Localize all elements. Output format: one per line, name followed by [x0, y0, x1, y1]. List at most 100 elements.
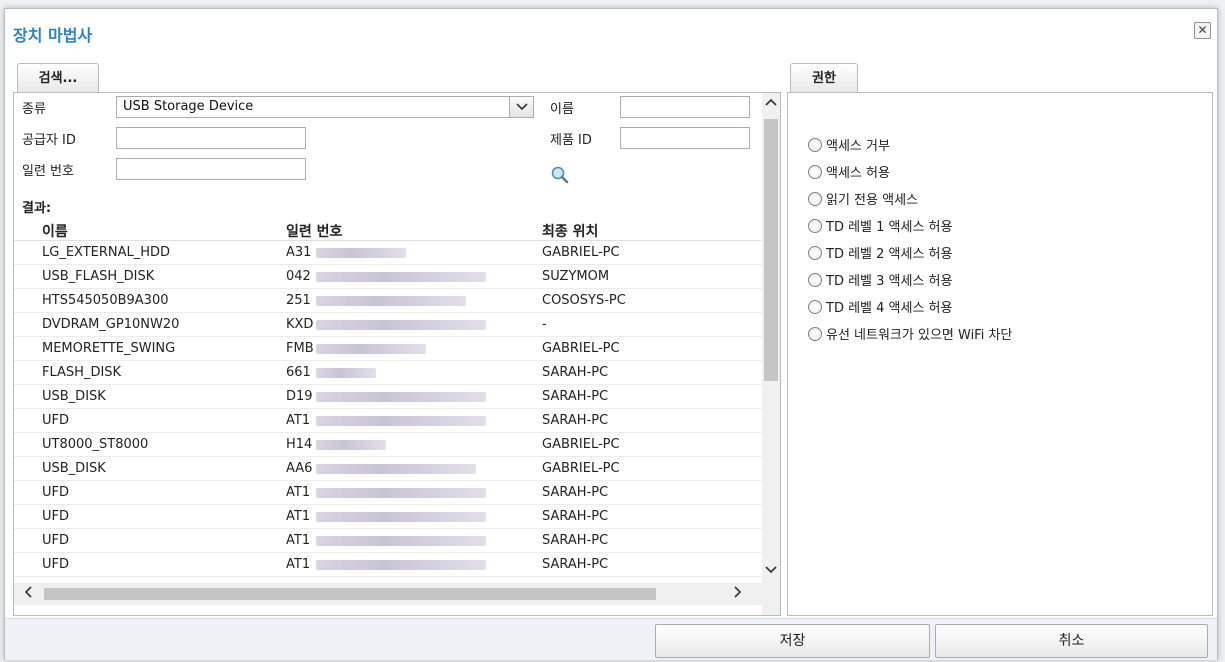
permission-label: 읽기 전용 액세스: [826, 193, 918, 208]
table-row[interactable]: FLASH_DISK 661 SARAH-PC: [14, 361, 762, 385]
permission-option-read-only[interactable]: 읽기 전용 액세스: [808, 189, 918, 208]
redacted-serial-mask: [316, 296, 466, 306]
radio-icon[interactable]: [808, 192, 822, 206]
cell-serial-number: AT1: [286, 485, 311, 500]
radio-icon[interactable]: [808, 273, 822, 287]
device-wizard-dialog: 장치 마법사 ✕ 검색... 권한 종류 USB Storage Device …: [4, 8, 1218, 660]
cell-last-location: GABRIEL-PC: [542, 437, 620, 452]
table-row[interactable]: DVDRAM_GP10NW20 KXD -: [14, 313, 762, 337]
cell-last-location: SARAH-PC: [542, 485, 609, 500]
cell-last-location: GABRIEL-PC: [542, 461, 620, 476]
column-header-serial[interactable]: 일련 번호: [286, 221, 342, 241]
permission-label: TD 레벨 4 액세스 허용: [826, 301, 953, 316]
permission-option-deny[interactable]: 액세스 거부: [808, 135, 890, 154]
radio-icon[interactable]: [808, 138, 822, 152]
table-row[interactable]: MEMORETTE_SWING FMB GABRIEL-PC: [14, 337, 762, 361]
scroll-up-icon[interactable]: [763, 95, 779, 110]
permission-label: TD 레벨 1 액세스 허용: [826, 220, 953, 235]
vertical-scroll-thumb[interactable]: [764, 119, 778, 381]
table-row[interactable]: USB_DISK D19 SARAH-PC: [14, 385, 762, 409]
serial-label: 일련 번호: [22, 164, 74, 179]
results-table-body: LG_EXTERNAL_HDD A31 GABRIEL-PC USB_FLASH_DI…: [14, 241, 762, 583]
permission-label: TD 레벨 2 액세스 허용: [826, 247, 953, 262]
cell-device-name: UT8000_ST8000: [42, 437, 149, 452]
table-row[interactable]: USB_DISK AA6 GABRIEL-PC: [14, 457, 762, 481]
search-icon[interactable]: [550, 165, 570, 185]
radio-icon[interactable]: [808, 327, 822, 341]
cancel-button[interactable]: 취소: [935, 624, 1208, 658]
permission-option-td-level-3[interactable]: TD 레벨 3 액세스 허용: [808, 270, 952, 289]
cell-last-location: COSOSYS-PC: [542, 293, 626, 308]
horizontal-scrollbar[interactable]: [14, 583, 762, 605]
cell-device-name: LG_EXTERNAL_HDD: [42, 245, 171, 260]
cell-serial-number: AT1: [286, 413, 311, 428]
table-row[interactable]: UT8000_ST8000 H14 GABRIEL-PC: [14, 433, 762, 457]
redacted-serial-mask: [316, 440, 386, 450]
horizontal-scroll-thumb[interactable]: [44, 588, 656, 600]
cell-device-name: USB_DISK: [42, 389, 106, 404]
cell-device-name: UFD: [42, 533, 70, 548]
table-row[interactable]: UFD AT1 SARAH-PC: [14, 553, 762, 577]
scroll-left-icon[interactable]: [20, 586, 36, 602]
redacted-serial-mask: [316, 536, 486, 546]
cell-serial-number: AT1: [286, 509, 311, 524]
save-button[interactable]: 저장: [655, 624, 930, 658]
table-row[interactable]: UFD AT1 SARAH-PC: [14, 409, 762, 433]
redacted-serial-mask: [316, 368, 376, 378]
permission-option-td-level-1[interactable]: TD 레벨 1 액세스 허용: [808, 216, 952, 235]
table-row[interactable]: UFD AT1 SARAH-PC: [14, 481, 762, 505]
radio-icon[interactable]: [808, 165, 822, 179]
permission-option-allow[interactable]: 액세스 허용: [808, 162, 890, 181]
vertical-scrollbar[interactable]: [762, 93, 780, 615]
tab-search[interactable]: 검색...: [17, 63, 99, 93]
cell-device-name: MEMORETTE_SWING: [42, 341, 176, 356]
table-row[interactable]: UFD AT1 SARAH-PC: [14, 505, 762, 529]
vendor-id-input[interactable]: [116, 127, 306, 149]
redacted-serial-mask: [316, 392, 486, 402]
radio-icon[interactable]: [808, 246, 822, 260]
chevron-down-icon[interactable]: [509, 97, 533, 117]
cell-last-location: SUZYMOM: [542, 269, 610, 284]
permission-option-td-level-2[interactable]: TD 레벨 2 액세스 허용: [808, 243, 952, 262]
table-row[interactable]: UFD AT1 SARAH-PC: [14, 529, 762, 553]
redacted-serial-mask: [316, 248, 406, 258]
product-id-label: 제품 ID: [550, 133, 592, 148]
close-icon[interactable]: ✕: [1194, 22, 1211, 39]
cell-device-name: UFD: [42, 509, 70, 524]
permission-label: TD 레벨 3 액세스 허용: [826, 274, 953, 289]
table-row[interactable]: HTS545050B9A300 251 COSOSYS-PC: [14, 289, 762, 313]
cell-device-name: UFD: [42, 557, 70, 572]
name-input[interactable]: [620, 96, 750, 118]
table-row[interactable]: LG_EXTERNAL_HDD A31 GABRIEL-PC: [14, 241, 762, 265]
cell-last-location: SARAH-PC: [542, 365, 609, 380]
cell-last-location: GABRIEL-PC: [542, 341, 620, 356]
cell-serial-number: 042: [286, 269, 311, 284]
type-select[interactable]: USB Storage Device: [116, 96, 534, 118]
cell-serial-number: 251: [286, 293, 311, 308]
radio-icon[interactable]: [808, 300, 822, 314]
scroll-down-icon[interactable]: [763, 563, 779, 578]
radio-icon[interactable]: [808, 219, 822, 233]
product-id-input[interactable]: [620, 127, 750, 149]
column-header-name[interactable]: 이름: [42, 221, 68, 241]
cell-last-location: GABRIEL-PC: [542, 245, 620, 260]
redacted-serial-mask: [316, 416, 486, 426]
cell-serial-number: KXD: [286, 317, 314, 332]
results-table-header: 이름 일련 번호 최종 위치: [14, 217, 762, 241]
redacted-serial-mask: [316, 344, 426, 354]
scroll-right-icon[interactable]: [730, 586, 746, 602]
tab-permissions[interactable]: 권한: [790, 63, 858, 93]
cell-serial-number: D19: [286, 389, 313, 404]
redacted-serial-mask: [316, 272, 486, 282]
cell-serial-number: H14: [286, 437, 313, 452]
serial-input[interactable]: [116, 158, 306, 180]
table-row[interactable]: USB_FLASH_DISK 042 SUZYMOM: [14, 265, 762, 289]
column-header-location[interactable]: 최종 위치: [542, 221, 598, 241]
search-panel: 종류 USB Storage Device 이름 공급자 ID 제품 ID 일련…: [13, 92, 781, 616]
permission-option-block-wifi[interactable]: 유선 네트워크가 있으면 WiFi 차단: [808, 324, 1012, 343]
cell-last-location: SARAH-PC: [542, 557, 609, 572]
permission-option-td-level-4[interactable]: TD 레벨 4 액세스 허용: [808, 297, 952, 316]
cell-device-name: DVDRAM_GP10NW20: [42, 317, 180, 332]
cell-device-name: HTS545050B9A300: [42, 293, 169, 308]
cell-serial-number: FMB: [286, 341, 314, 356]
